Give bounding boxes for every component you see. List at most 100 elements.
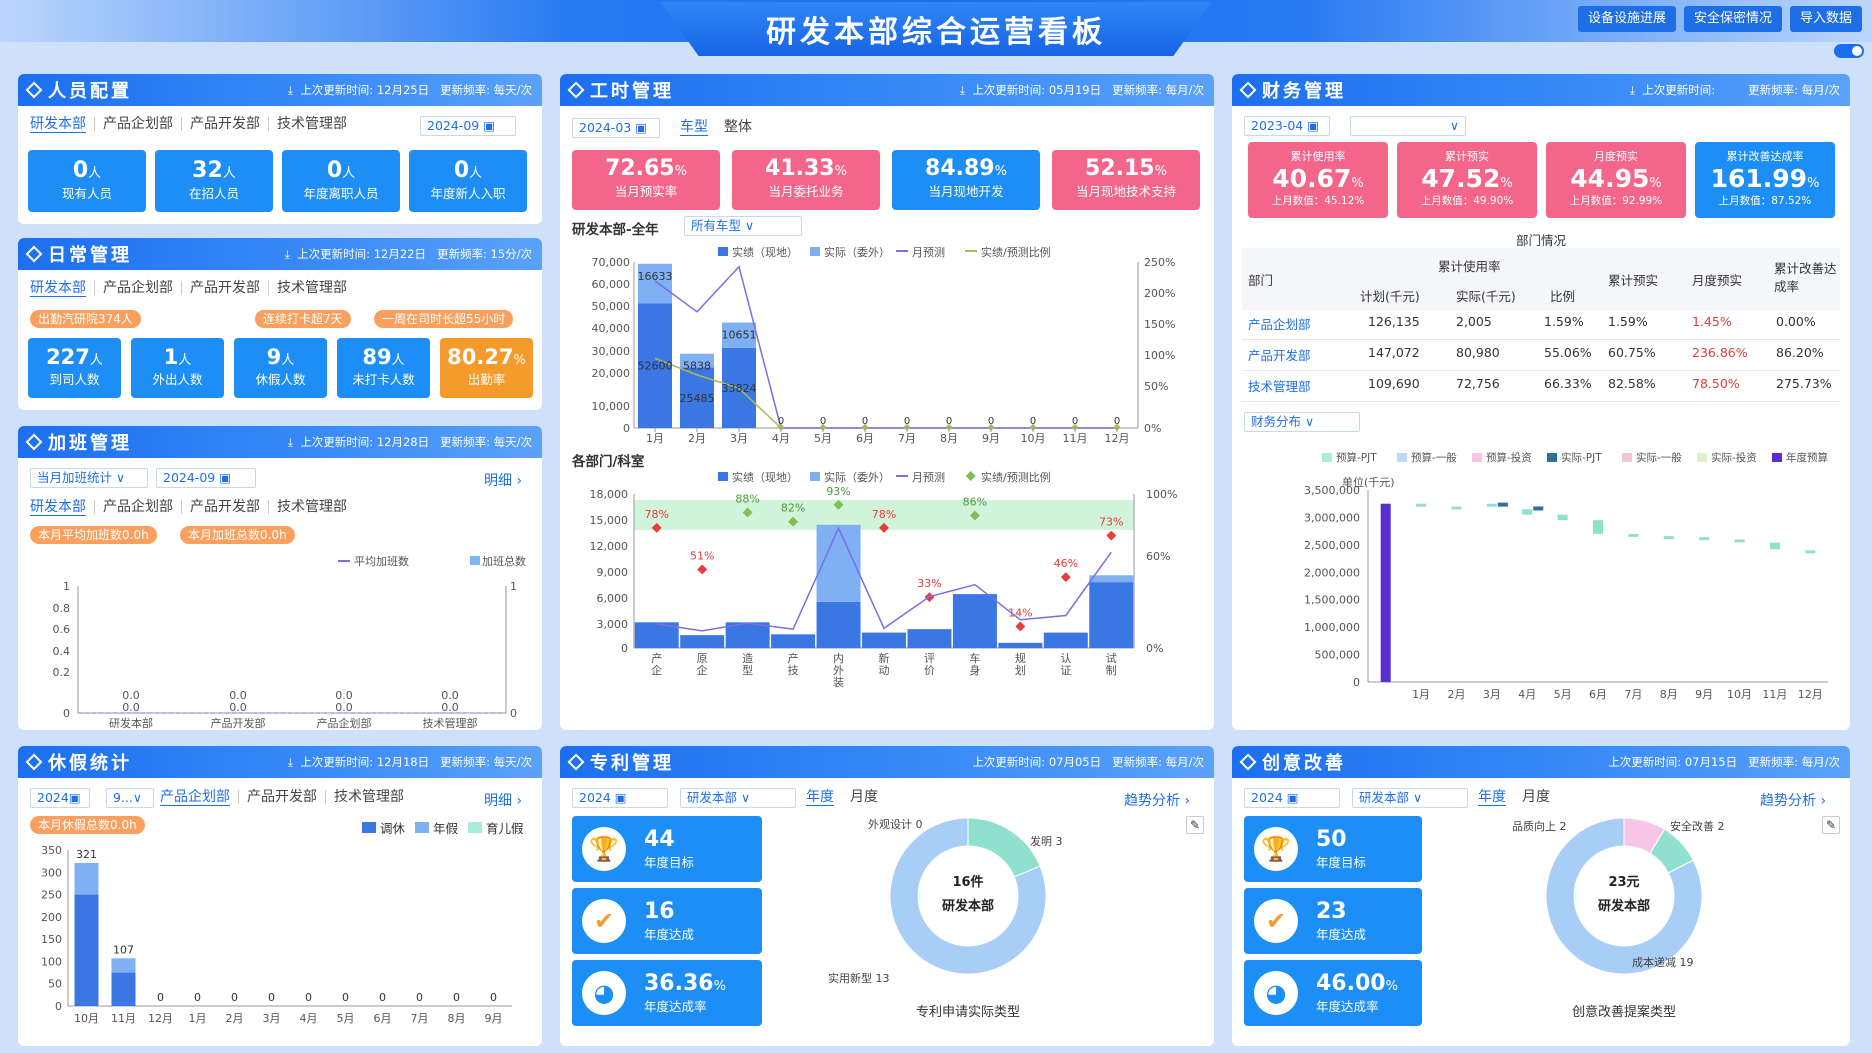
- download-icon[interactable]: ⤓: [288, 755, 293, 769]
- avg-overtime-pill[interactable]: 本月平均加班数0.0h: [30, 526, 157, 544]
- th-ratio: 比例: [1550, 289, 1576, 304]
- y-tick: 350: [41, 844, 62, 857]
- tab-overall[interactable]: 整体: [716, 120, 760, 134]
- tab-planning[interactable]: 产品企划部: [94, 117, 181, 131]
- stat-card[interactable]: 227人 到司人数: [28, 338, 121, 398]
- trend-link[interactable]: 趋势分析 ›: [1760, 790, 1826, 810]
- detail-link[interactable]: 明细 ›: [484, 790, 522, 810]
- stat-card[interactable]: 72.65% 当月预实率: [572, 150, 720, 210]
- x-tick: 2月: [1447, 688, 1465, 701]
- tab-year[interactable]: 年度: [1478, 790, 1514, 804]
- x-tick: 10月: [74, 1012, 99, 1025]
- tab-model[interactable]: 车型: [680, 120, 716, 134]
- month-picker[interactable]: 2023-04 ▣: [1244, 116, 1330, 136]
- stat-card[interactable]: 0人 年度离职人员: [282, 150, 400, 212]
- tab-tech[interactable]: 技术管理部: [268, 117, 355, 131]
- bar-onsite: [862, 632, 906, 648]
- tab-dev[interactable]: 产品开发部: [238, 790, 325, 804]
- type-select[interactable]: ∨: [1350, 116, 1466, 136]
- trend-link[interactable]: 趋势分析 ›: [1124, 790, 1190, 810]
- attendance-pill[interactable]: 出勤汽研院374人: [30, 310, 141, 328]
- target-card[interactable]: 🏆 50 年度目标: [1244, 816, 1422, 882]
- rate-card[interactable]: ◕ 36.36% 年度达成率: [572, 960, 762, 1026]
- total-overtime-pill[interactable]: 本月加班总数0.0h: [180, 526, 295, 544]
- dept-select[interactable]: 研发本部 ∨: [1352, 788, 1468, 808]
- tab-rd[interactable]: 研发本部: [30, 281, 94, 295]
- download-icon[interactable]: ⤓: [285, 247, 290, 261]
- tab-month[interactable]: 月度: [842, 790, 886, 804]
- tab-rd[interactable]: 研发本部: [30, 500, 94, 514]
- tab-planning[interactable]: 产品企划部: [94, 281, 181, 295]
- tab-dev[interactable]: 产品开发部: [181, 117, 268, 131]
- tab-year[interactable]: 年度: [806, 790, 842, 804]
- stat-card[interactable]: 月度预实 44.95% 上月数值：92.99%: [1546, 142, 1686, 218]
- security-status-button[interactable]: 安全保密情况: [1683, 6, 1782, 32]
- achieved-card[interactable]: ✔ 16 年度达成: [572, 888, 762, 954]
- stat-card[interactable]: 累计改善达成率 161.99% 上月数值：87.52%: [1695, 142, 1835, 218]
- download-icon[interactable]: ⤓: [288, 83, 293, 97]
- year-picker[interactable]: 2024▣: [30, 788, 90, 808]
- th-usage: 累计使用率: [1438, 259, 1501, 274]
- month-picker[interactable]: 2024-09 ▣: [420, 116, 516, 136]
- year-picker[interactable]: 2024 ▣: [572, 788, 668, 808]
- leave-total-pill[interactable]: 本月休假总数0.0h: [30, 816, 145, 834]
- import-data-button[interactable]: 导入数据: [1789, 6, 1862, 32]
- stat-card[interactable]: 41.33% 当月委托业务: [732, 150, 880, 210]
- month-picker[interactable]: 2024-03 ▣: [572, 118, 660, 138]
- streak-pill[interactable]: 连续打卡超7天: [255, 310, 351, 328]
- overtime-pill[interactable]: 一周在司时长超55小时: [374, 310, 514, 328]
- donut-label: 外观设计 0: [868, 818, 923, 831]
- stat-card[interactable]: 1人 外出人数: [131, 338, 224, 398]
- tab-dev[interactable]: 产品开发部: [181, 500, 268, 514]
- y-tick: 10,000: [592, 400, 631, 413]
- y-tick: 200: [41, 911, 62, 924]
- tab-rd[interactable]: 研发本部: [30, 117, 94, 131]
- stat-card[interactable]: 累计使用率 40.67% 上月数值：45.12%: [1248, 142, 1388, 218]
- download-icon[interactable]: ⤓: [960, 83, 965, 97]
- distribution-select[interactable]: 财务分布 ∨: [1244, 412, 1360, 432]
- tab-planning[interactable]: 产品企划部: [94, 500, 181, 514]
- rate-card[interactable]: ◕ 46.00% 年度达成率: [1244, 960, 1422, 1026]
- equipment-progress-button[interactable]: 设备设施进展: [1577, 6, 1676, 32]
- stat-select[interactable]: 当月加班统计 ∨: [30, 468, 148, 488]
- panel-meta: ⤓ 上次更新时间: 12月25日 更新频率: 每天/次: [287, 83, 532, 97]
- download-icon[interactable]: ⤓: [1630, 83, 1635, 97]
- chevron-right-icon: ›: [1184, 793, 1191, 809]
- dept-select[interactable]: 研发本部 ∨: [680, 788, 796, 808]
- stat-card[interactable]: 89人 未打卡人数: [337, 338, 430, 398]
- stat-card[interactable]: 52.15% 当月现地技术支持: [1052, 150, 1200, 210]
- download-icon[interactable]: ⤓: [288, 435, 293, 449]
- stat-card[interactable]: 累计预实 47.52% 上月数值：49.90%: [1397, 142, 1537, 218]
- attendance-rate-card[interactable]: 80.27% 出勤率: [440, 338, 533, 398]
- stat-card[interactable]: 9人 休假人数: [234, 338, 327, 398]
- tab-planning[interactable]: 产品企划部: [160, 790, 238, 804]
- detail-link[interactable]: 明细 ›: [484, 470, 522, 490]
- legend-item: 年假: [415, 818, 458, 837]
- theme-toggle[interactable]: [1834, 44, 1864, 58]
- donut-label: 品质向上 2: [1512, 819, 1567, 833]
- bar-compensatory: [111, 972, 136, 1006]
- tab-tech[interactable]: 技术管理部: [268, 500, 355, 514]
- tab-tech[interactable]: 技术管理部: [268, 281, 355, 295]
- th-month-budget: 月度预实: [1692, 273, 1743, 288]
- dept-link[interactable]: 产品开发部: [1248, 345, 1311, 364]
- stat-card[interactable]: 32人 在招人员: [155, 150, 273, 212]
- stat-card[interactable]: 0人 现有人员: [28, 150, 146, 212]
- tab-month[interactable]: 月度: [1514, 790, 1558, 804]
- target-card[interactable]: 🏆 44 年度目标: [572, 816, 762, 882]
- donut-label: 成本递减 19: [1632, 955, 1694, 969]
- year-picker[interactable]: 2024 ▣: [1244, 788, 1340, 808]
- x-tick: 3月: [263, 1012, 281, 1025]
- month-picker[interactable]: 2024-09 ▣: [156, 468, 256, 488]
- model-select[interactable]: 所有车型 ∨: [684, 216, 802, 236]
- x-tick: 2月: [226, 1012, 244, 1025]
- waterfall-bar: [1416, 503, 1427, 507]
- stat-card[interactable]: 84.89% 当月现地开发: [892, 150, 1040, 210]
- month-select[interactable]: 9...∨: [106, 788, 154, 808]
- dept-link[interactable]: 产品企划部: [1248, 314, 1311, 333]
- achieved-card[interactable]: ✔ 23 年度达成: [1244, 888, 1422, 954]
- tab-tech[interactable]: 技术管理部: [325, 790, 412, 804]
- stat-card[interactable]: 0人 年度新人入职: [409, 150, 527, 212]
- dept-link[interactable]: 技术管理部: [1248, 376, 1311, 395]
- tab-dev[interactable]: 产品开发部: [181, 281, 268, 295]
